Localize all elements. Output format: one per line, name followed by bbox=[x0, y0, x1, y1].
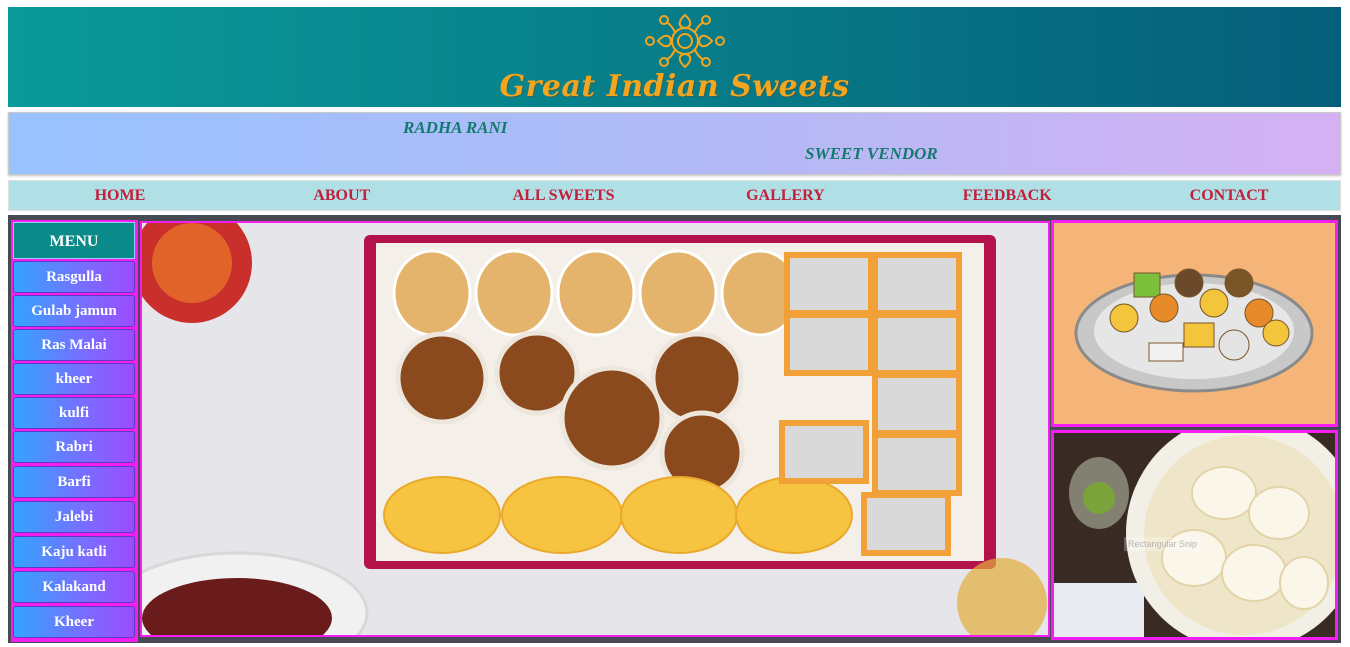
rasmalai-bowl-image: Rectangular Snip bbox=[1051, 430, 1338, 640]
menu-item-kaju-katli[interactable]: Kaju katli bbox=[13, 536, 135, 568]
marquee-line-1: RADHA RANI bbox=[403, 118, 508, 137]
sweets-box-illustration bbox=[142, 223, 1048, 635]
menu-item-gulab-jamun[interactable]: Gulab jamun bbox=[13, 295, 135, 327]
menu-item-kheer-2[interactable]: Kheer bbox=[13, 606, 135, 638]
rasmalai-bowl-illustration bbox=[1054, 433, 1335, 637]
menu-item-ras-malai[interactable]: Ras Malai bbox=[13, 329, 135, 361]
menu-item-jalebi[interactable]: Jalebi bbox=[13, 501, 135, 533]
nav-about[interactable]: ABOUT bbox=[231, 181, 453, 210]
menu-item-kalakand[interactable]: Kalakand bbox=[13, 571, 135, 603]
sweets-plate-illustration bbox=[1054, 223, 1335, 424]
nav-all-sweets[interactable]: ALL SWEETS bbox=[453, 181, 675, 210]
main-nav: HOME ABOUT ALL SWEETS GALLERY FEEDBACK C… bbox=[8, 180, 1341, 211]
nav-contact[interactable]: CONTACT bbox=[1118, 181, 1340, 210]
marquee-banner: RADHA RANI SWEET VENDOR bbox=[8, 112, 1341, 175]
sweets-plate-image bbox=[1051, 220, 1338, 427]
nav-home[interactable]: HOME bbox=[9, 181, 231, 210]
menu-title: MENU bbox=[13, 222, 135, 259]
menu-item-barfi[interactable]: Barfi bbox=[13, 466, 135, 498]
menu-item-kulfi[interactable]: kulfi bbox=[13, 397, 135, 429]
brand-title: Great Indian Sweets bbox=[499, 69, 850, 104]
snip-watermark: Rectangular Snip bbox=[1124, 537, 1202, 551]
menu-item-kheer[interactable]: kheer bbox=[13, 363, 135, 395]
header-banner: Great Indian Sweets bbox=[8, 7, 1341, 107]
marquee-line-2: SWEET VENDOR bbox=[805, 144, 938, 163]
lotus-logo-icon bbox=[645, 13, 725, 69]
sweets-box-image bbox=[140, 221, 1050, 637]
menu-item-rabri[interactable]: Rabri bbox=[13, 431, 135, 463]
nav-gallery[interactable]: GALLERY bbox=[674, 181, 896, 210]
menu-item-rasgulla[interactable]: Rasgulla bbox=[13, 261, 135, 293]
nav-feedback[interactable]: FEEDBACK bbox=[896, 181, 1118, 210]
